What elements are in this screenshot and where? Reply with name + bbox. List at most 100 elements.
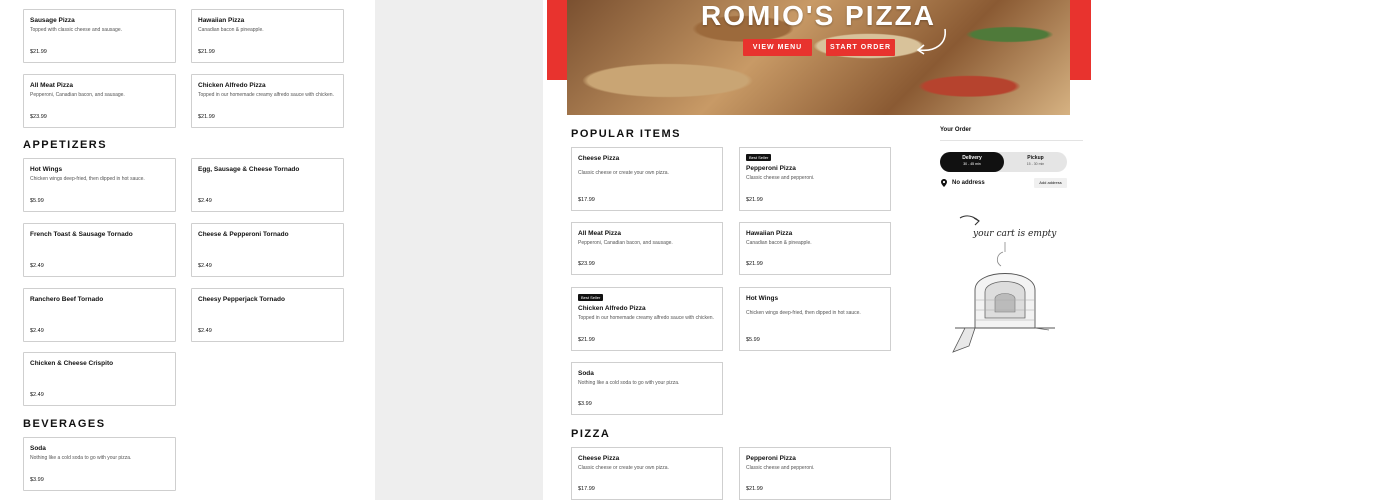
menu-card-ranchero-beef-tornado[interactable]: Ranchero Beef Tornado $2.49 [23, 288, 176, 342]
menu-card-price: $17.99 [578, 197, 595, 203]
menu-card-title: Hot Wings [30, 166, 63, 173]
delivery-option[interactable]: Delivery 30 - 45 min [940, 152, 1004, 172]
menu-card-title: Soda [30, 445, 46, 452]
menu-card-title: Chicken & Cheese Crispito [30, 360, 114, 367]
menu-card-price: $21.99 [30, 49, 47, 55]
menu-card-title: Egg, Sausage & Cheese Tornado [198, 166, 300, 173]
popular-card-hot-wings[interactable]: Hot Wings Chicken wings deep-fried, then… [739, 287, 891, 351]
menu-card-price: $21.99 [746, 486, 763, 492]
view-menu-button[interactable]: VIEW MENU [743, 39, 812, 56]
menu-card-price: $23.99 [30, 114, 47, 120]
menu-card-price: $5.99 [30, 198, 44, 204]
menu-card-price: $21.99 [578, 337, 595, 343]
menu-card-price: $23.99 [578, 261, 595, 267]
menu-card-price: $2.49 [198, 263, 212, 269]
pickup-time: 15 - 30 min [1026, 162, 1045, 166]
menu-card-title: French Toast & Sausage Tornado [30, 231, 133, 238]
menu-card-price: $21.99 [746, 261, 763, 267]
popular-card-soda[interactable]: Soda Nothing like a cold soda to go with… [571, 362, 723, 415]
curved-arrow-icon [916, 28, 946, 55]
menu-card-price: $21.99 [746, 197, 763, 203]
menu-card-price: $2.49 [198, 328, 212, 334]
menu-card-title: All Meat Pizza [578, 230, 621, 237]
popular-card-hawaiian-pizza[interactable]: Hawaiian Pizza Canadian bacon & pineappl… [739, 222, 891, 275]
menu-card-sausage-pizza[interactable]: Sausage Pizza Topped with classic cheese… [23, 9, 176, 63]
menu-card-title: Pepperoni Pizza [746, 455, 796, 462]
menu-card-desc: Canadian bacon & pineapple. [198, 27, 264, 33]
menu-card-desc: Pepperoni, Canadian bacon, and sausage. [30, 92, 125, 98]
delivery-time: 30 - 45 min [963, 162, 981, 166]
menu-card-price: $21.99 [198, 114, 215, 120]
menu-card-egg-sausage-cheese-tornado[interactable]: Egg, Sausage & Cheese Tornado $2.49 [191, 158, 344, 212]
no-address-text: No address [952, 180, 985, 186]
popular-items-heading: POPULAR ITEMS [571, 128, 681, 140]
menu-card-desc: Chicken wings deep-fried, then dipped in… [30, 176, 145, 182]
menu-card-price: $21.99 [198, 49, 215, 55]
menu-card-hot-wings[interactable]: Hot Wings Chicken wings deep-fried, then… [23, 158, 176, 212]
background-divider [375, 0, 543, 500]
best-seller-badge: Best Seller [746, 154, 772, 161]
order-divider [940, 140, 1083, 141]
menu-card-french-toast-tornado[interactable]: French Toast & Sausage Tornado $2.49 [23, 223, 176, 277]
menu-card-title: Cheese & Pepperoni Tornado [198, 231, 289, 238]
menu-card-desc: Chicken wings deep-fried, then dipped in… [746, 310, 861, 316]
appetizers-heading: APPETIZERS [23, 139, 108, 151]
popular-card-all-meat-pizza[interactable]: All Meat Pizza Pepperoni, Canadian bacon… [571, 222, 723, 275]
menu-card-desc: Topped with classic cheese and sausage. [30, 27, 123, 33]
pizza-card-cheese-pizza[interactable]: Cheese Pizza Classic cheese or create yo… [571, 447, 723, 500]
right-blank-area [1091, 0, 1400, 500]
pickup-label: Pickup [1027, 155, 1044, 161]
pickup-option[interactable]: Pickup 15 - 30 min [1004, 152, 1067, 172]
menu-card-desc: Nothing like a cold soda to go with your… [578, 380, 680, 386]
menu-list-panel: Sausage Pizza Topped with classic cheese… [0, 0, 375, 500]
menu-card-title: Sausage Pizza [30, 17, 75, 24]
menu-card-all-meat-pizza[interactable]: All Meat Pizza Pepperoni, Canadian bacon… [23, 74, 176, 128]
menu-card-price: $17.99 [578, 486, 595, 492]
add-address-button[interactable]: Add address [1034, 178, 1067, 188]
hero-title: ROMIO'S PIZZA [701, 0, 936, 31]
menu-card-title: Chicken Alfredo Pizza [198, 82, 266, 89]
delivery-label: Delivery [962, 155, 982, 161]
popular-card-cheese-pizza[interactable]: Cheese Pizza Classic cheese or create yo… [571, 147, 723, 211]
empty-cart-illustration: your cart is empty [952, 215, 1057, 353]
menu-card-price: $3.99 [578, 401, 592, 407]
order-title: Your Order [940, 127, 972, 133]
page-root: Sausage Pizza Topped with classic cheese… [0, 0, 1400, 500]
menu-card-desc: Topped in our homemade creamy alfredo sa… [578, 315, 714, 321]
pizza-card-pepperoni-pizza[interactable]: Pepperoni Pizza Classic cheese and peppe… [739, 447, 891, 500]
menu-card-title: Cheese Pizza [578, 455, 620, 462]
cart-empty-text: your cart is empty [972, 229, 1057, 239]
menu-card-hawaiian-pizza[interactable]: Hawaiian Pizza Canadian bacon & pineappl… [191, 9, 344, 63]
menu-card-title: Hawaiian Pizza [746, 230, 793, 237]
order-panel: Your Order Delivery 30 - 45 min Pickup 1… [923, 115, 1091, 500]
menu-card-title: Hawaiian Pizza [198, 17, 245, 24]
menu-card-title: Chicken Alfredo Pizza [578, 305, 646, 312]
menu-card-chicken-cheese-crispito[interactable]: Chicken & Cheese Crispito $2.49 [23, 352, 176, 406]
menu-card-cheesy-pepperjack-tornado[interactable]: Cheesy Pepperjack Tornado $2.49 [191, 288, 344, 342]
menu-card-desc: Canadian bacon & pineapple. [746, 240, 812, 246]
menu-card-title: Cheese Pizza [578, 155, 620, 162]
location-pin-icon [941, 179, 947, 187]
menu-card-price: $2.49 [30, 263, 44, 269]
menu-card-price: $3.99 [30, 477, 44, 483]
menu-card-desc: Classic cheese and pepperoni. [746, 465, 815, 471]
menu-card-title: Cheesy Pepperjack Tornado [198, 296, 285, 303]
best-seller-badge: Best Seller [578, 294, 604, 301]
pizza-section-heading: PIZZA [571, 428, 611, 440]
menu-card-title: Pepperoni Pizza [746, 165, 796, 172]
menu-card-desc: Classic cheese or create your own pizza. [578, 465, 669, 471]
menu-card-desc: Pepperoni, Canadian bacon, and sausage. [578, 240, 673, 246]
menu-card-cheese-pepperoni-tornado[interactable]: Cheese & Pepperoni Tornado $2.49 [191, 223, 344, 277]
menu-card-title: Hot Wings [746, 295, 779, 302]
menu-card-title: Ranchero Beef Tornado [30, 296, 104, 303]
menu-card-price: $5.99 [746, 337, 760, 343]
start-order-button[interactable]: START ORDER [826, 39, 895, 56]
menu-card-chicken-alfredo-pizza[interactable]: Chicken Alfredo Pizza Topped in our home… [191, 74, 344, 128]
menu-card-soda[interactable]: Soda Nothing like a cold soda to go with… [23, 437, 176, 491]
popular-card-chicken-alfredo-pizza[interactable]: Best Seller Chicken Alfredo Pizza Topped… [571, 287, 723, 351]
menu-card-title: Soda [578, 370, 594, 377]
delivery-pickup-toggle[interactable]: Delivery 30 - 45 min Pickup 15 - 30 min [940, 152, 1067, 172]
menu-card-desc: Nothing like a cold soda to go with your… [30, 455, 132, 461]
popular-card-pepperoni-pizza[interactable]: Best Seller Pepperoni Pizza Classic chee… [739, 147, 891, 211]
menu-card-desc: Classic cheese and pepperoni. [746, 175, 815, 181]
